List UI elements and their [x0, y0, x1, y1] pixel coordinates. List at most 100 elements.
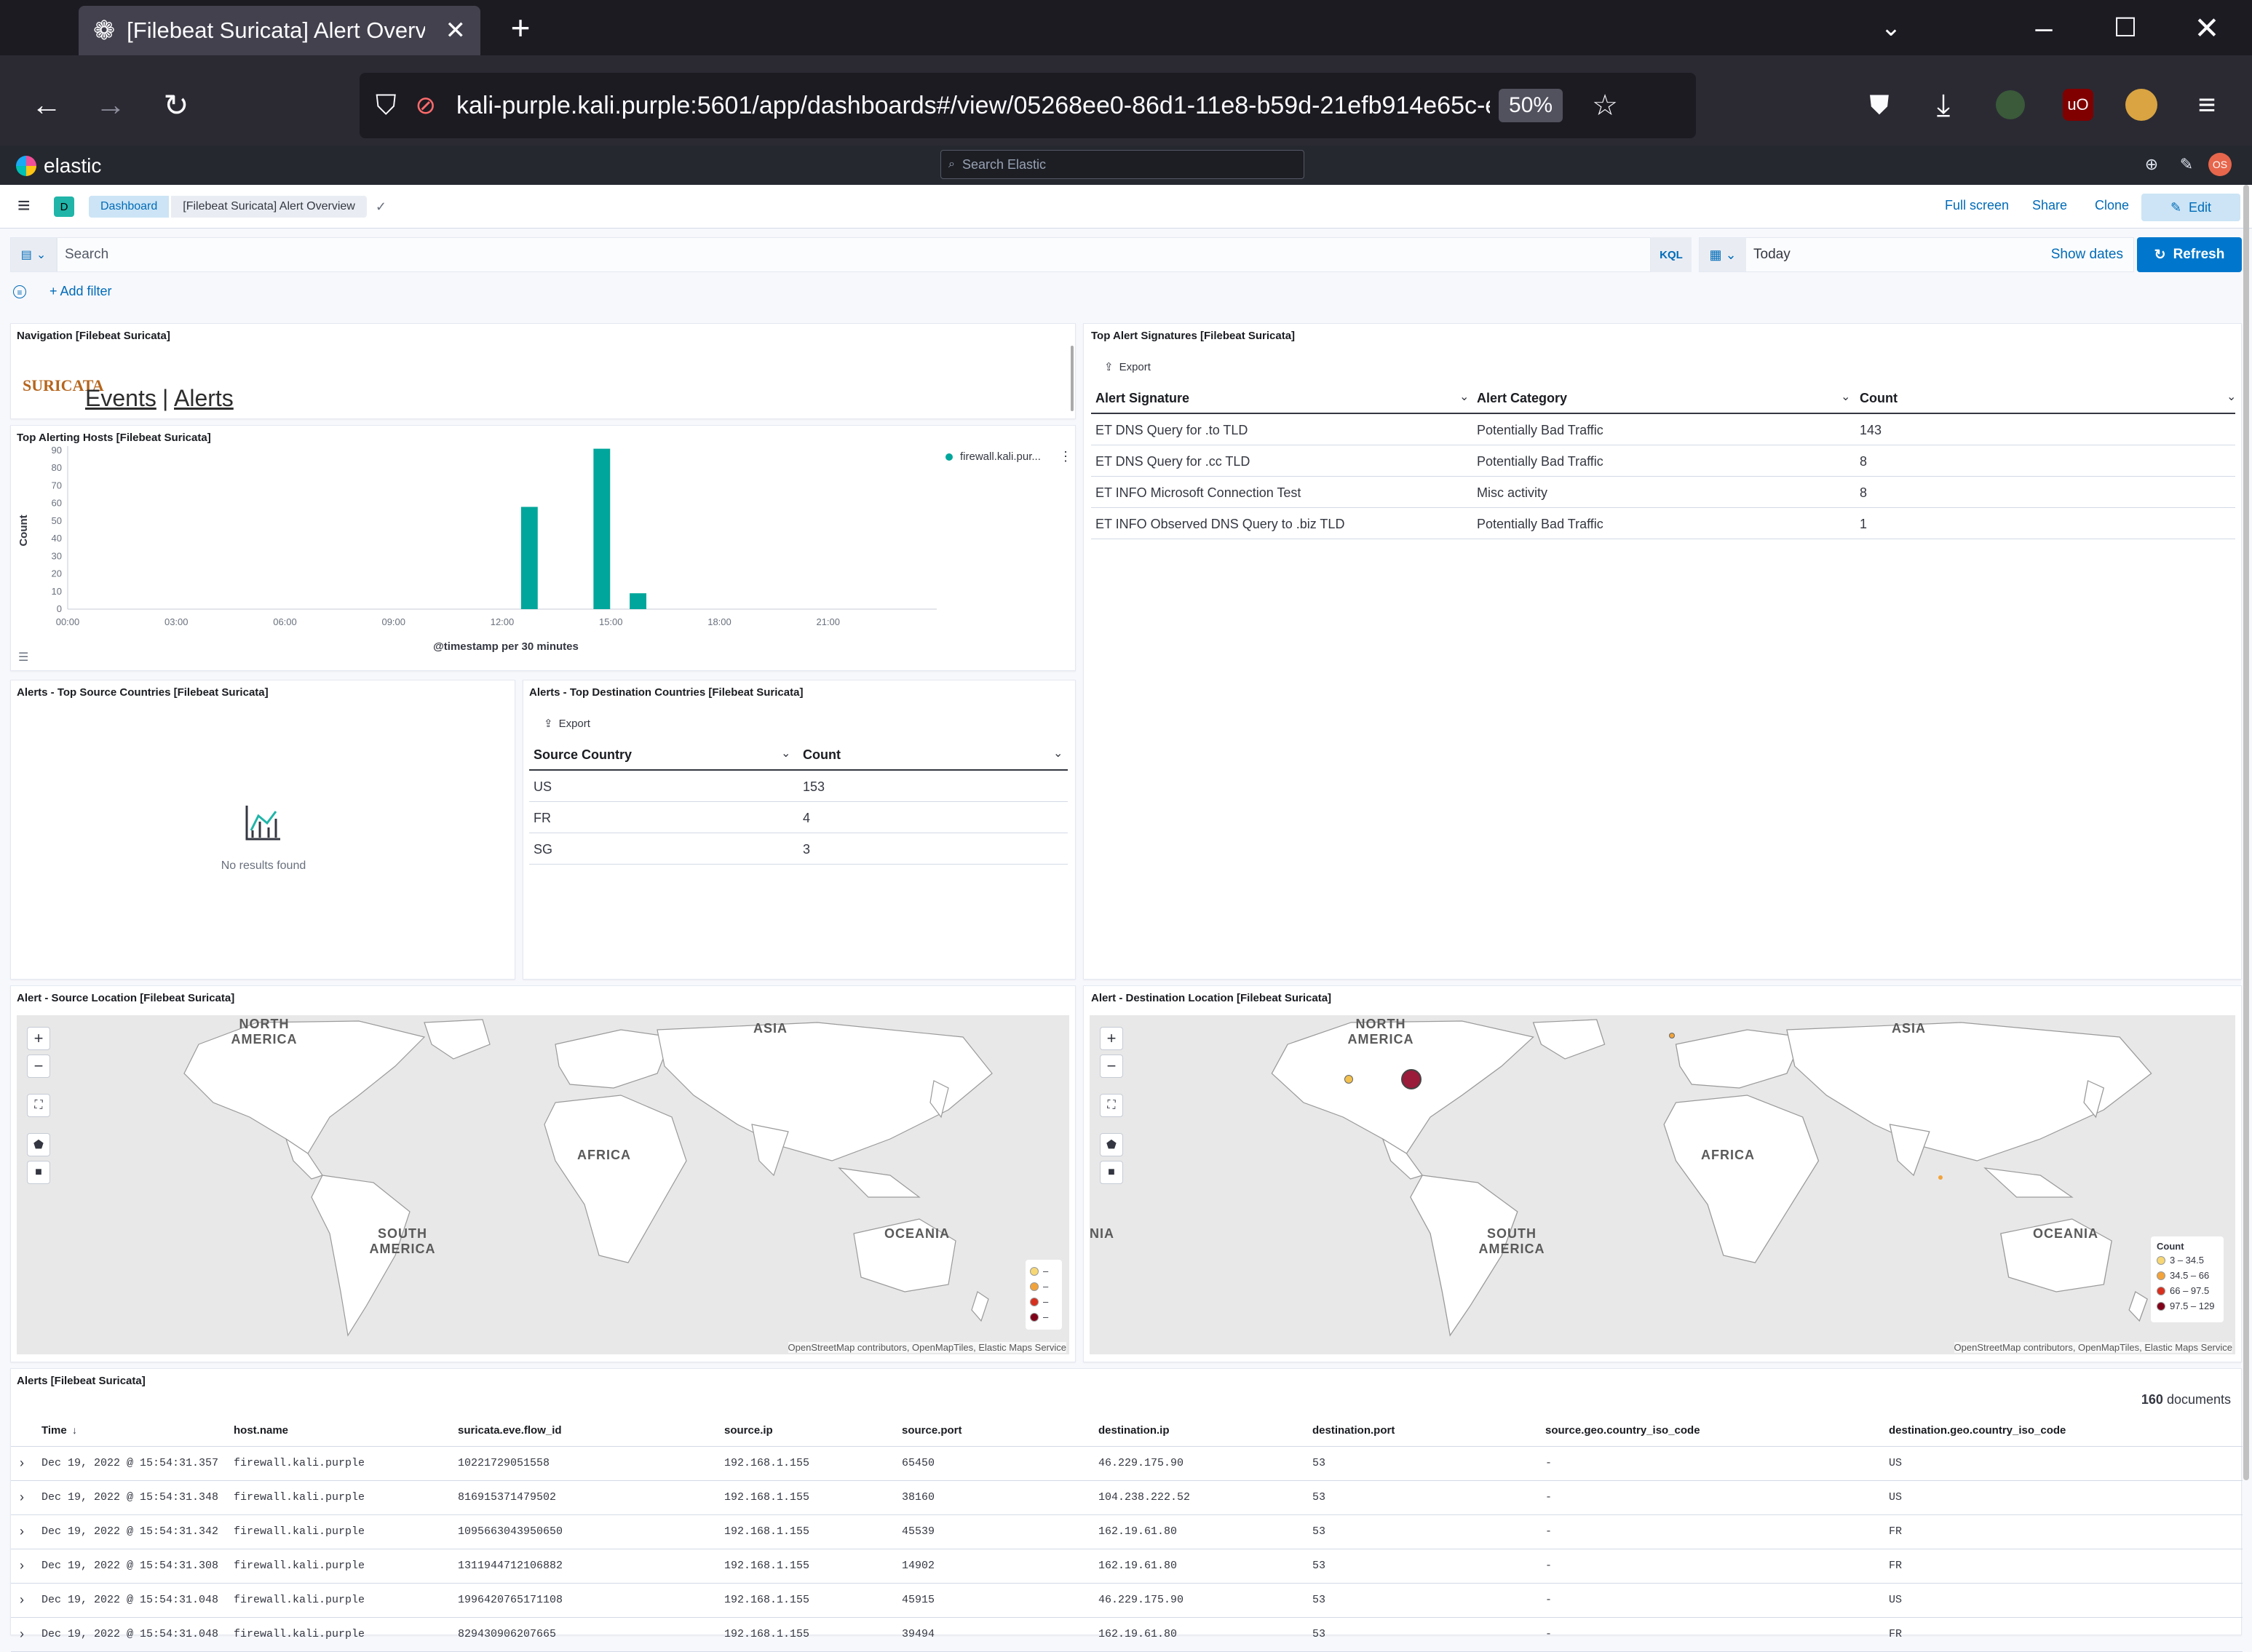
expand-row-icon[interactable]: › — [20, 1490, 24, 1505]
pocket-icon[interactable]: ⛊ — [1859, 84, 1900, 125]
clone-button[interactable]: Clone — [2095, 198, 2129, 213]
user-avatar[interactable]: OS — [2208, 153, 2232, 176]
share-button[interactable]: Share — [2032, 198, 2067, 213]
elastic-logo[interactable]: elastic — [16, 151, 101, 180]
forward-icon[interactable]: → — [90, 84, 131, 125]
scrollbar[interactable] — [1071, 346, 1074, 411]
filter-options-icon[interactable]: ≡ — [13, 285, 26, 298]
table-row[interactable]: › Dec 19, 2022 @ 15:54:31.342 firewall.kal… — [11, 1515, 2243, 1549]
saved-query-button[interactable]: ▤ ⌄ — [10, 237, 57, 272]
table-row[interactable]: › Dec 19, 2022 @ 15:54:31.048 firewall.kal… — [11, 1584, 2243, 1618]
zoom-out-icon[interactable]: − — [27, 1055, 50, 1078]
back-icon[interactable]: ← — [26, 84, 67, 125]
elastic-search-input[interactable]: ⌕ Search Elastic — [940, 150, 1304, 179]
chart-bar[interactable] — [630, 593, 647, 609]
expand-row-icon[interactable]: › — [20, 1524, 24, 1539]
expand-row-icon[interactable]: › — [20, 1456, 24, 1471]
sort-chevron-icon[interactable]: ⌄ — [1459, 389, 1469, 404]
draw-polygon-icon[interactable]: ⬟ — [1100, 1133, 1123, 1156]
browser-tab[interactable]: ❁ [Filebeat Suricata] Alert Overview ✕ — [79, 6, 480, 55]
help-icon[interactable]: ⊕ — [2140, 153, 2163, 176]
insecure-lock-icon[interactable]: ⊘ — [416, 91, 437, 120]
extension-avatar-icon[interactable] — [1996, 90, 2025, 119]
fit-bounds-icon[interactable]: ⛶ — [27, 1094, 50, 1117]
sort-chevron-icon[interactable]: ⌄ — [781, 746, 790, 761]
column-header[interactable]: destination.geo.country_iso_code — [1889, 1424, 2066, 1437]
legend-toggle-icon[interactable]: ☰ — [18, 650, 28, 664]
alerts-link[interactable]: Alerts — [174, 385, 234, 412]
reload-icon[interactable]: ↻ — [156, 84, 197, 125]
location-marker[interactable] — [1344, 1075, 1353, 1084]
export-button[interactable]: ⇪ Export — [544, 717, 590, 731]
chart-legend[interactable]: firewall.kali.pur... — [945, 450, 1041, 463]
zoom-in-icon[interactable]: + — [1100, 1027, 1123, 1050]
column-header[interactable]: Count — [1860, 391, 1898, 406]
full-screen-button[interactable]: Full screen — [1945, 198, 2009, 213]
column-header[interactable]: Count — [803, 747, 841, 763]
list-tabs-icon[interactable]: ⌄ — [1871, 7, 1911, 48]
chart-bar[interactable] — [520, 507, 538, 609]
column-header[interactable]: Time — [41, 1424, 67, 1437]
kql-button[interactable]: KQL — [1651, 237, 1692, 272]
calendar-icon[interactable]: ▦ ⌄ — [1700, 238, 1746, 271]
column-header[interactable]: source.port — [902, 1424, 962, 1437]
window-close-icon[interactable]: ✕ — [2186, 7, 2227, 48]
table-row[interactable]: › Dec 19, 2022 @ 15:54:31.357 firewall.kal… — [11, 1447, 2243, 1481]
column-header[interactable]: source.ip — [724, 1424, 773, 1437]
draw-polygon-icon[interactable]: ⬟ — [27, 1133, 50, 1156]
query-input[interactable]: Search — [57, 237, 1651, 272]
downloads-icon[interactable]: ⤓ — [1923, 84, 1964, 125]
location-marker[interactable] — [1401, 1069, 1422, 1089]
zoom-level[interactable]: 50% — [1499, 89, 1563, 122]
table-row[interactable]: › Dec 19, 2022 @ 15:54:31.348 firewall.kal… — [11, 1481, 2243, 1515]
export-button[interactable]: ⇪ Export — [1104, 360, 1151, 374]
column-header[interactable]: host.name — [234, 1424, 288, 1437]
column-header[interactable]: destination.port — [1312, 1424, 1395, 1437]
minimize-icon[interactable]: – — [2023, 7, 2064, 48]
map-attribution[interactable]: OpenStreetMap contributors, OpenMapTiles… — [1954, 1342, 2232, 1353]
date-picker[interactable]: ▦ ⌄ Today Show dates — [1699, 237, 2134, 272]
news-icon[interactable]: ✎ — [2175, 153, 2198, 176]
close-tab-icon[interactable]: ✕ — [445, 16, 467, 45]
sort-chevron-icon[interactable]: ⌄ — [2227, 389, 2236, 404]
location-marker[interactable] — [1669, 1033, 1675, 1039]
column-header[interactable]: Source Country — [534, 747, 632, 763]
refresh-button[interactable]: ↻ Refresh — [2137, 237, 2242, 272]
expand-row-icon[interactable]: › — [20, 1592, 24, 1608]
location-marker[interactable] — [1938, 1175, 1943, 1180]
column-header[interactable]: Alert Category — [1477, 391, 1567, 406]
edit-button[interactable]: ✎ Edit — [2141, 194, 2240, 221]
column-header[interactable]: suricata.eve.flow_id — [458, 1424, 562, 1437]
hamburger-menu-icon[interactable]: ≡ — [17, 195, 36, 217]
breadcrumb-dashboard[interactable]: Dashboard — [89, 196, 170, 218]
column-header[interactable]: source.geo.country_iso_code — [1545, 1424, 1700, 1437]
fit-bounds-icon[interactable]: ⛶ — [1100, 1094, 1123, 1117]
source-map[interactable]: + − ⛶ ⬟ ■ NORTH AMERICA ASIA AFRICA SOUT… — [17, 1015, 1069, 1354]
draw-bounds-icon[interactable]: ■ — [27, 1161, 50, 1184]
events-link[interactable]: Events — [85, 385, 156, 412]
new-tab-icon[interactable]: + — [502, 7, 539, 48]
column-header[interactable]: destination.ip — [1098, 1424, 1170, 1437]
maximize-icon[interactable]: ☐ — [2105, 7, 2146, 48]
sort-chevron-icon[interactable]: ⌄ — [1841, 389, 1850, 404]
map-attribution[interactable]: OpenStreetMap contributors, OpenMapTiles… — [788, 1342, 1066, 1353]
menu-icon[interactable]: ≡ — [2186, 84, 2227, 125]
table-row[interactable]: › Dec 19, 2022 @ 15:54:31.308 firewall.kal… — [11, 1549, 2243, 1584]
draw-bounds-icon[interactable]: ■ — [1100, 1161, 1123, 1184]
destination-map[interactable]: + − ⛶ ⬟ ■ NORTH AMERICA ASIA AFRICA SOUT… — [1090, 1015, 2235, 1354]
zoom-out-icon[interactable]: − — [1100, 1055, 1123, 1078]
extension-figure-icon[interactable] — [2125, 89, 2157, 121]
zoom-in-icon[interactable]: + — [27, 1027, 50, 1050]
ublock-icon[interactable]: uO — [2063, 89, 2093, 121]
expand-row-icon[interactable]: › — [20, 1558, 24, 1573]
chart-bar[interactable] — [593, 448, 611, 609]
shield-icon[interactable]: ⛉ — [376, 90, 397, 122]
url-text[interactable]: kali-purple.kali.purple:5601/app/dashboa… — [456, 92, 1490, 120]
url-bar[interactable]: ⛉ ⊘ kali-purple.kali.purple:5601/app/das… — [360, 73, 1696, 138]
show-dates-link[interactable]: Show dates — [2051, 247, 2123, 263]
space-badge[interactable]: D — [54, 196, 74, 217]
sort-chevron-icon[interactable]: ⌄ — [1053, 746, 1063, 761]
panel-options-icon[interactable]: ⋮ — [1059, 449, 1072, 464]
page-scrollbar[interactable] — [2243, 185, 2249, 1480]
bookmark-star-icon[interactable]: ☆ — [1592, 89, 1618, 122]
